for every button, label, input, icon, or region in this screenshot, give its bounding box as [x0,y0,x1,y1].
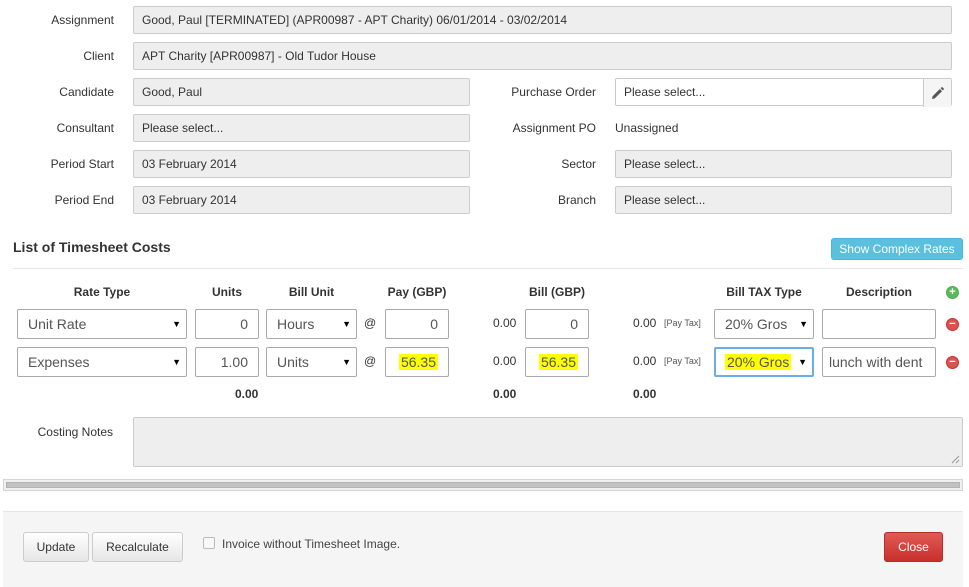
header-units: Units [212,285,242,299]
bill-unit-value: Units [277,354,309,370]
update-button[interactable]: Update [23,532,89,562]
header-description: Description [845,285,912,299]
costing-notes-textarea[interactable] [133,417,963,467]
rate-type-select[interactable]: Unit Rate ▼ [17,309,187,339]
pay-tax-link[interactable]: [Pay Tax] [664,356,701,366]
bill-unit-select[interactable]: Hours ▼ [266,309,357,339]
candidate-field[interactable]: Good, Paul [133,78,470,106]
units-input[interactable]: 1.00 [195,347,259,377]
scrollbar-thumb[interactable] [6,482,960,488]
bill-input[interactable]: 0 [525,309,589,339]
rate-type-value: Unit Rate [28,316,87,332]
header-bill-tax-type: Bill TAX Type [726,285,802,299]
pay-calc: 0.00 [493,354,517,368]
remove-row-button[interactable]: − [946,318,959,331]
period-end-label: Period End [54,193,114,207]
pay-input[interactable]: 56.35 [385,347,449,377]
add-row-button[interactable]: + [946,286,959,299]
caret-down-icon: ▼ [342,357,351,367]
total-bill: 0.00 [493,387,517,401]
period-start-field[interactable]: 03 February 2014 [133,150,470,178]
client-label: Client [83,49,114,63]
at-sign: @ [364,354,377,368]
minus-icon: − [949,356,956,368]
client-field[interactable]: APT Charity [APR00987] - Old Tudor House [133,42,952,70]
branch-select[interactable]: Please select... [615,186,952,214]
at-sign: @ [364,316,377,330]
pay-tax-link[interactable]: [Pay Tax] [664,318,701,328]
show-complex-rates-button[interactable]: Show Complex Rates [831,238,963,260]
minus-icon: − [949,318,956,330]
invoice-without-image-label: Invoice without Timesheet Image. [222,537,401,551]
period-start-label: Period Start [50,157,114,171]
period-end-field[interactable]: 03 February 2014 [133,186,470,214]
rate-type-select[interactable]: Expenses ▼ [17,347,187,377]
assignment-field[interactable]: Good, Paul [TERMINATED] (APR00987 - APT … [133,6,952,34]
units-input[interactable]: 0 [195,309,259,339]
invoice-without-image-checkbox[interactable] [203,537,215,549]
assignment-label: Assignment [51,13,114,27]
horizontal-scrollbar[interactable] [3,479,963,491]
pay-calc: 0.00 [493,316,517,330]
purchase-order-select[interactable]: Please select... [615,78,952,107]
header-bill: Bill (GBP) [529,285,585,299]
candidate-label: Candidate [59,85,114,99]
branch-label: Branch [557,193,596,207]
caret-down-icon: ▼ [799,319,808,329]
bill-calc: 0.00 [633,354,657,368]
bill-value-highlighted: 56.35 [538,354,578,370]
header-bill-unit: Bill Unit [288,285,335,299]
bill-unit-value: Hours [277,316,315,332]
remove-row-button[interactable]: − [946,356,959,369]
resize-grip-icon[interactable] [951,455,960,464]
sector-label: Sector [561,157,596,171]
caret-down-icon: ▼ [342,319,351,329]
rate-type-value: Expenses [28,354,90,370]
total-tax: 0.00 [633,387,657,401]
bill-calc: 0.00 [633,316,657,330]
caret-down-icon: ▼ [172,357,181,367]
description-input[interactable]: lunch with dent [822,347,936,377]
caret-down-icon: ▼ [172,319,181,329]
header-rate-type: Rate Type [73,285,131,299]
purchase-order-label: Purchase Order [511,85,596,99]
costs-section-title: List of Timesheet Costs [13,239,171,255]
plus-icon: + [949,286,956,298]
pay-input[interactable]: 0 [385,309,449,339]
caret-down-icon: ▼ [798,357,807,367]
bill-tax-type-value: 20% Gros [725,316,788,332]
header-pay: Pay (GBP) [387,285,447,299]
description-input[interactable] [822,309,936,339]
consultant-select[interactable]: Please select... [133,114,470,142]
pencil-icon [932,86,944,99]
consultant-label: Consultant [56,121,114,135]
sector-select[interactable]: Please select... [615,150,952,178]
pay-value-highlighted: 56.35 [398,354,438,370]
assignment-po-value: Unassigned [615,121,679,135]
bill-tax-type-select[interactable]: 20% Gros ▼ [714,347,814,377]
section-divider [13,268,963,269]
bill-tax-type-value: 20% Gros [725,354,792,370]
purchase-order-value: Please select... [624,85,706,99]
close-button[interactable]: Close [884,532,943,562]
bill-input[interactable]: 56.35 [525,347,589,377]
costing-notes-label: Costing Notes [37,425,113,439]
assignment-po-label: Assignment PO [512,121,596,135]
total-units: 0.00 [235,387,259,401]
recalculate-button[interactable]: Recalculate [92,532,183,562]
edit-purchase-order-button[interactable] [923,79,951,107]
bill-unit-select[interactable]: Units ▼ [266,347,357,377]
bill-tax-type-select[interactable]: 20% Gros ▼ [714,309,814,339]
